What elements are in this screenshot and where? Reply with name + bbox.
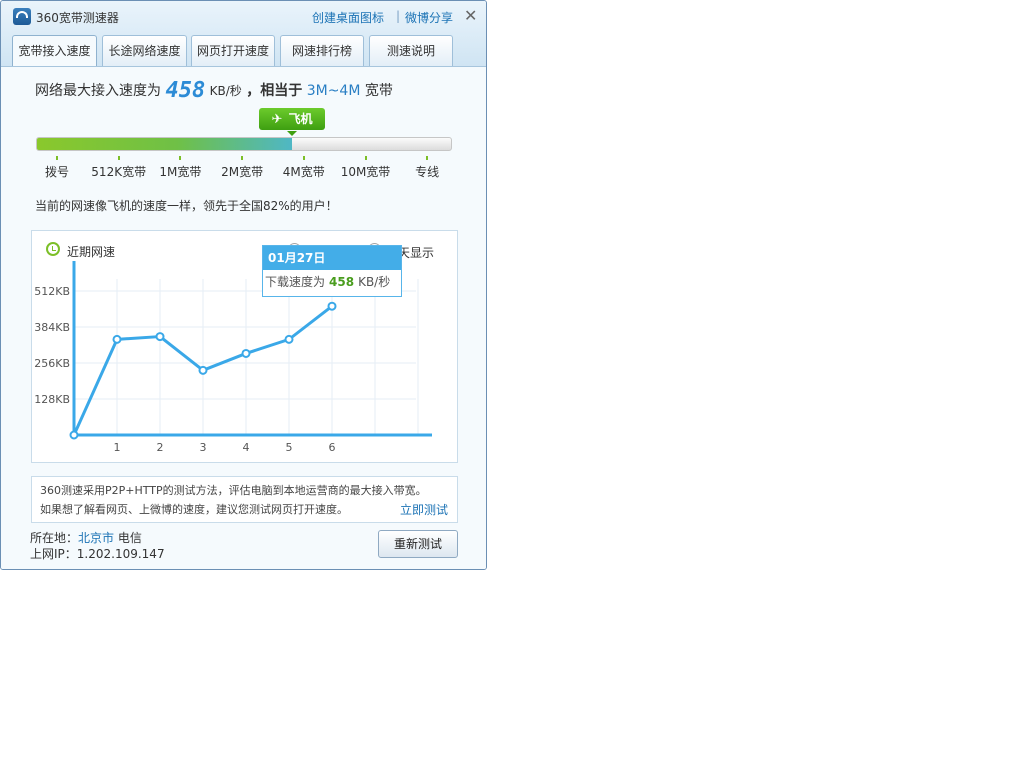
badge-label: 飞机 <box>288 112 313 126</box>
location-city: 北京市 <box>78 531 115 545</box>
speed-data-point <box>327 301 337 311</box>
app-title: 360宽带测速器 <box>36 11 119 25</box>
x-tick-label: 1 <box>114 441 121 454</box>
title-separator: | <box>396 9 401 23</box>
speed-level-bar <box>36 137 452 151</box>
airplane-icon: ✈ <box>271 112 283 127</box>
result-speed-unit: KB/秒 <box>209 84 242 98</box>
tab-broadband-access-speed[interactable]: 宽带接入速度 <box>12 35 97 67</box>
tab-long-distance-speed[interactable]: 长途网络速度 <box>102 35 187 66</box>
ip-info: 上网IP：1.202.109.147 <box>30 545 165 562</box>
y-tick-label: 128KB <box>34 393 70 406</box>
tooltip-unit: KB/秒 <box>358 275 391 289</box>
speed-level-fill <box>37 138 292 150</box>
y-tick-label: 512KB <box>34 285 70 298</box>
tooltip-text: 下载速度为 458 KB/秒 <box>263 270 401 294</box>
ip-label: 上网IP： <box>30 547 77 561</box>
result-bandwidth: 3M~4M <box>306 83 361 99</box>
tab-test-description[interactable]: 测速说明 <box>369 35 453 66</box>
tooltip-value: 458 <box>329 275 355 289</box>
scale-label: 10M宽带 <box>340 165 391 179</box>
scale-tick <box>179 156 182 160</box>
scale-tick <box>56 156 58 160</box>
result-middle-text: ，相当于 <box>246 83 303 99</box>
speed-data-point <box>198 365 208 375</box>
test-now-link[interactable]: 立即测试 <box>400 501 448 518</box>
tooltip-date: 01月27日 <box>263 246 401 270</box>
speed-result-headline: 网络最大接入速度为 458 KB/秒 ，相当于 3M~4M 宽带 <box>35 78 393 103</box>
tooltip-label: 下载速度为 <box>265 275 326 289</box>
method-note-line1: 360测速采用P2P+HTTP的测试方法，评估电脑到本地运营商的最大接入带宽。 <box>40 484 427 497</box>
scale-tick <box>241 156 244 160</box>
ip-value: 1.202.109.147 <box>76 547 165 561</box>
tab-webpage-open-speed[interactable]: 网页打开速度 <box>191 35 275 66</box>
x-tick-label: 2 <box>157 441 164 454</box>
scale-label: 专线 <box>415 165 440 179</box>
scale-label: 2M宽带 <box>221 165 264 179</box>
scale-label: 4M宽带 <box>282 165 325 179</box>
close-icon[interactable]: ✕ <box>464 6 477 25</box>
scale-tick <box>364 156 367 160</box>
method-note-line2: 如果想了解看网页、上微博的速度，建议您测试网页打开速度。 <box>40 503 348 516</box>
title-bar: 360宽带测速器 创建桌面图标 | 微博分享 ✕ 宽带接入速度 长途网络速度 网… <box>1 1 486 67</box>
scale-tick <box>117 156 120 160</box>
scale-label: 512K宽带 <box>91 165 147 179</box>
x-tick-label: 4 <box>243 441 250 454</box>
retest-button[interactable]: 重新测试 <box>378 530 458 558</box>
location-label: 所在地： <box>30 531 79 545</box>
scale-label: 拨号 <box>44 165 70 179</box>
speed-level-badge: ✈ 飞机 <box>259 108 325 136</box>
speed-data-point <box>241 348 251 358</box>
y-tick-label: 256KB <box>34 357 70 370</box>
scale-tick <box>302 156 305 160</box>
y-tick-label: 384KB <box>34 321 70 334</box>
speed-description: 当前的网速像飞机的速度一样，领先于全国82%的用户！ <box>35 199 338 213</box>
tab-speed-ranking[interactable]: 网速排行榜 <box>280 35 364 66</box>
chart-tooltip: 01月27日 下载速度为 458 KB/秒 <box>262 245 402 297</box>
location-isp: 电信 <box>117 531 142 545</box>
scale-label: 1M宽带 <box>159 165 202 179</box>
speed-data-point <box>284 334 294 344</box>
app-logo-icon <box>13 8 31 25</box>
weibo-share-link[interactable]: 微博分享 <box>405 9 453 26</box>
x-tick-label: 5 <box>286 441 293 454</box>
speed-data-point <box>69 430 79 440</box>
create-desktop-icon-link[interactable]: 创建桌面图标 <box>312 9 384 26</box>
x-tick-label: 3 <box>200 441 207 454</box>
x-tick-label: 6 <box>329 441 336 454</box>
result-speed-value: 458 <box>165 78 206 103</box>
speed-data-point <box>155 332 165 342</box>
result-prefix: 网络最大接入速度为 <box>35 83 161 99</box>
result-suffix: 宽带 <box>364 83 393 99</box>
scale-tick <box>426 156 429 160</box>
speed-data-point <box>112 334 122 344</box>
location-info: 所在地：北京市 电信 <box>30 529 142 546</box>
